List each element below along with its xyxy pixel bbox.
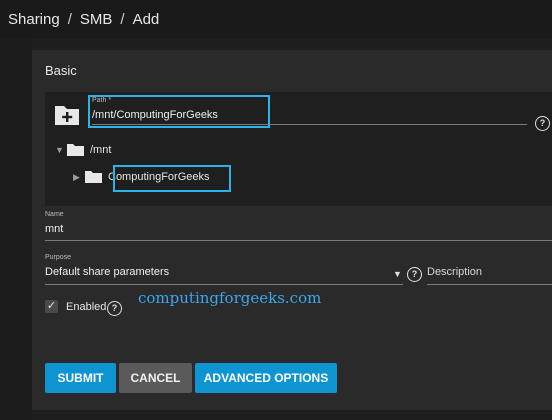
card-title: Basic xyxy=(45,63,77,78)
chevron-down-icon[interactable]: ▼ xyxy=(393,269,402,279)
breadcrumb-item-smb[interactable]: SMB xyxy=(80,11,113,28)
name-underline xyxy=(45,240,552,241)
folder-icon xyxy=(67,144,84,156)
folder-highlight-box xyxy=(113,165,231,192)
tree-node-label: /mnt xyxy=(90,144,112,156)
help-icon[interactable]: ? xyxy=(535,116,550,131)
help-icon[interactable]: ? xyxy=(407,267,422,282)
breadcrumb-item-sharing[interactable]: Sharing xyxy=(8,11,60,28)
purpose-label: Purpose xyxy=(45,254,72,261)
cancel-button[interactable]: CANCEL xyxy=(119,363,192,393)
breadcrumb-item-add: Add xyxy=(132,10,160,28)
folder-plus-icon[interactable] xyxy=(53,103,81,127)
caret-down-icon[interactable]: ▼ xyxy=(55,145,67,155)
name-input[interactable]: mnt xyxy=(45,223,63,235)
caret-right-icon[interactable]: ▶ xyxy=(73,172,85,183)
breadcrumb-separator: / xyxy=(67,10,72,28)
purpose-select[interactable]: Default share parameters xyxy=(45,266,169,278)
tree-node-mnt[interactable]: ▼ /mnt xyxy=(55,144,111,156)
advanced-options-button[interactable]: ADVANCED OPTIONS xyxy=(195,363,337,393)
breadcrumb: Sharing / SMB / Add xyxy=(0,0,552,38)
enabled-label: Enabled xyxy=(66,301,107,313)
form-card: Basic Path * /mnt/ComputingForGeeks ? ▼ … xyxy=(32,50,552,410)
enabled-checkbox[interactable]: ✓ xyxy=(45,300,58,313)
description-input[interactable]: Description xyxy=(427,266,482,278)
left-gutter xyxy=(0,38,32,420)
name-label: Name xyxy=(45,211,64,218)
submit-button[interactable]: SUBMIT xyxy=(45,363,116,393)
path-highlight-box xyxy=(88,95,270,128)
breadcrumb-separator: / xyxy=(120,10,125,28)
help-icon[interactable]: ? xyxy=(107,301,122,316)
description-underline xyxy=(427,284,552,285)
watermark: computingforgeeks.com xyxy=(138,289,322,307)
path-explorer: Path * /mnt/ComputingForGeeks ? ▼ /mnt ▶… xyxy=(45,92,552,206)
check-icon: ✓ xyxy=(46,300,57,312)
folder-icon xyxy=(85,171,102,183)
purpose-underline xyxy=(45,284,403,285)
